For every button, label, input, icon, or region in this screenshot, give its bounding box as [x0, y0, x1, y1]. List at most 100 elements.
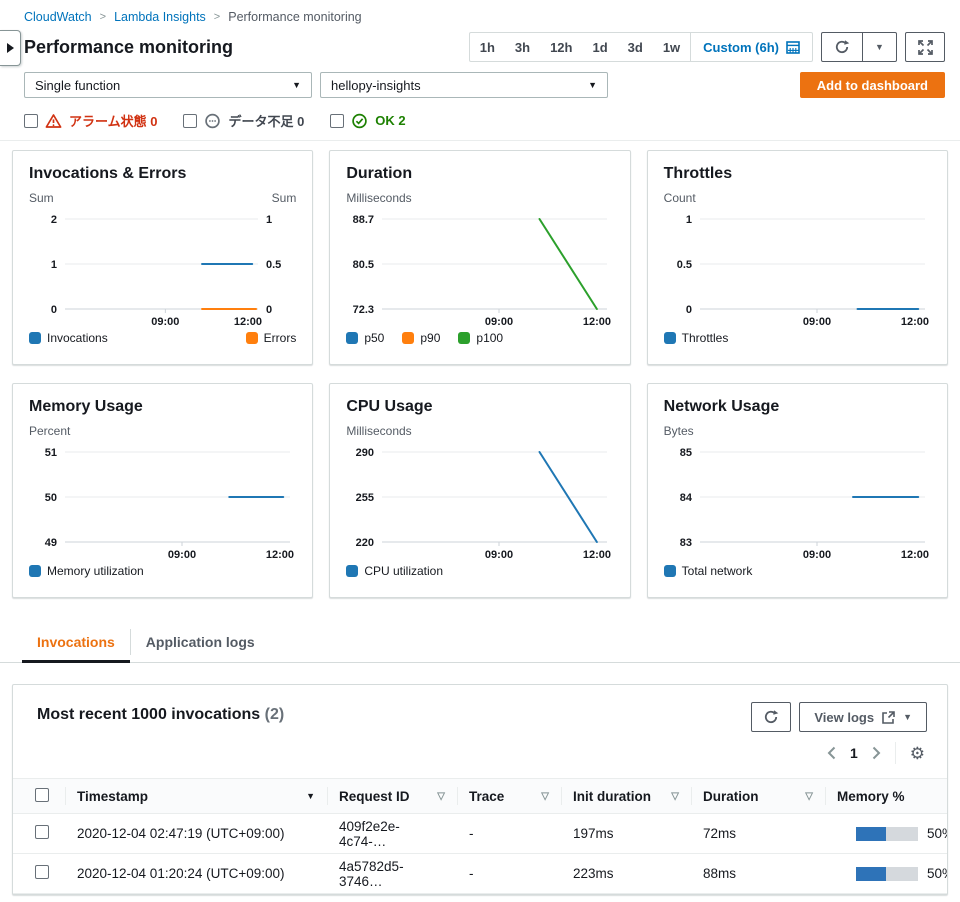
legend-item-p50[interactable]: p50 — [346, 331, 384, 345]
chart-title: Network Usage — [664, 398, 931, 416]
table-header-row: Timestamp▼Request ID▽Trace▽Init duration… — [13, 779, 947, 814]
filter-checkbox[interactable] — [183, 114, 197, 128]
svg-text:09:00: 09:00 — [485, 316, 513, 328]
alarm-filter-item: データ不足 0 — [183, 111, 304, 130]
add-to-dashboard-button[interactable]: Add to dashboard — [800, 72, 945, 98]
charts-grid: Invocations & ErrorsSumSum21010.5009:001… — [12, 150, 948, 598]
chart-title: CPU Usage — [346, 398, 613, 416]
column-label: Request ID — [339, 789, 410, 804]
ok-icon — [351, 113, 368, 129]
custom-range-button[interactable]: Custom (6h) — [690, 33, 812, 61]
row-checkbox-cell — [13, 854, 65, 894]
refresh-options-button[interactable]: ▼ — [863, 32, 897, 62]
column-header-request-id[interactable]: Request ID ▽ — [327, 779, 457, 814]
insufficient-data-icon — [204, 113, 221, 129]
table-title: Most recent 1000 invocations (2) — [37, 702, 284, 724]
time-range-items: 1h3h12h1d3d1w — [470, 40, 690, 55]
legend-swatch — [29, 332, 41, 344]
filter-label: OK 2 — [375, 113, 405, 128]
time-range-3d[interactable]: 3d — [618, 40, 653, 55]
table-refresh-button[interactable] — [751, 702, 791, 732]
legend-item-p90[interactable]: p90 — [402, 331, 440, 345]
chart-legend: Throttles — [664, 331, 931, 345]
expand-icon — [918, 40, 933, 55]
table-settings-gear-icon[interactable]: ⚙ — [910, 745, 925, 762]
fullscreen-button[interactable] — [905, 32, 945, 62]
svg-text:84: 84 — [679, 492, 692, 504]
filter-checkbox[interactable] — [24, 114, 38, 128]
svg-text:09:00: 09:00 — [803, 549, 831, 561]
sidebar-expand-button[interactable] — [0, 30, 21, 66]
breadcrumb-item[interactable]: Lambda Insights — [114, 10, 206, 24]
y-axis-unit-left: Milliseconds — [346, 191, 411, 205]
chart-plot[interactable]: 85848309:0012:00 — [664, 440, 931, 562]
legend-item-throttles[interactable]: Throttles — [664, 331, 729, 345]
svg-text:09:00: 09:00 — [803, 316, 831, 328]
memory-bar-fill — [856, 867, 886, 881]
custom-range-label: Custom (6h) — [703, 40, 779, 55]
sort-icon[interactable]: ▽ — [437, 791, 445, 802]
filter-checkbox[interactable] — [330, 114, 344, 128]
previous-page-button[interactable] — [827, 746, 836, 760]
svg-text:0: 0 — [266, 304, 272, 316]
chart-title: Duration — [346, 165, 613, 183]
function-scope-select[interactable]: Single function ▼ — [24, 72, 312, 98]
svg-text:255: 255 — [356, 492, 374, 504]
time-range-1d[interactable]: 1d — [582, 40, 617, 55]
page-number[interactable]: 1 — [850, 745, 858, 761]
svg-text:80.5: 80.5 — [353, 259, 374, 271]
breadcrumb-item[interactable]: CloudWatch — [24, 10, 92, 24]
legend-item-invocations[interactable]: Invocations — [29, 331, 108, 345]
y-axis-unit-left: Sum — [29, 191, 54, 205]
chart-plot[interactable]: 29025522009:0012:00 — [346, 440, 613, 562]
header-divider — [0, 140, 960, 141]
function-name-select[interactable]: hellopy-insights ▼ — [320, 72, 608, 98]
row-checkbox[interactable] — [35, 825, 49, 839]
column-header-inner: Init duration▽ — [573, 789, 679, 804]
row-checkbox[interactable] — [35, 865, 49, 879]
time-range-3h[interactable]: 3h — [505, 40, 540, 55]
chart-title: Throttles — [664, 165, 931, 183]
column-header-inner: Request ID ▽ — [339, 789, 445, 804]
request-id-cell: 409f2e2e-4c74-… — [327, 814, 457, 854]
chart-plot[interactable]: 88.780.572.309:0012:00 — [346, 207, 613, 329]
chart-plot[interactable]: 10.5009:0012:00 — [664, 207, 931, 329]
svg-text:1: 1 — [686, 214, 692, 226]
chart-plot[interactable]: 51504909:0012:00 — [29, 440, 296, 562]
chart-plot[interactable]: 21010.5009:0012:00 — [29, 207, 296, 329]
chevron-down-icon: ▼ — [903, 712, 912, 722]
legend-item-total-network[interactable]: Total network — [664, 564, 753, 578]
memory-indicator: 50% — [837, 866, 947, 881]
column-header-timestamp[interactable]: Timestamp▼ — [65, 779, 327, 814]
column-header-init-duration[interactable]: Init duration▽ — [561, 779, 691, 814]
function-scope-value: Single function — [35, 78, 120, 93]
trace-cell: - — [457, 854, 561, 894]
next-page-button[interactable] — [872, 746, 881, 760]
sort-icon[interactable]: ▽ — [805, 791, 813, 802]
legend-item-p100[interactable]: p100 — [458, 331, 503, 345]
view-logs-button[interactable]: View logs ▼ — [799, 702, 927, 732]
time-range-1h[interactable]: 1h — [470, 40, 505, 55]
legend-item-errors[interactable]: Errors — [246, 331, 297, 345]
tab-application-logs[interactable]: Application logs — [131, 628, 270, 662]
alarm-filter-row: アラーム状態 0データ不足 0OK 2 — [24, 111, 960, 130]
refresh-button[interactable] — [821, 32, 863, 62]
legend-label: p90 — [420, 331, 440, 345]
column-header-trace[interactable]: Trace▽ — [457, 779, 561, 814]
pagination: 1 ⚙ — [13, 732, 947, 772]
caret-right-icon — [6, 43, 14, 53]
memory-bar — [856, 867, 918, 881]
tab-invocations[interactable]: Invocations — [22, 628, 130, 662]
legend-item-cpu-utilization[interactable]: CPU utilization — [346, 564, 443, 578]
init-duration-cell: 197ms — [561, 814, 691, 854]
svg-text:0.5: 0.5 — [676, 259, 691, 271]
refresh-icon — [834, 39, 850, 55]
sort-descending-icon[interactable]: ▼ — [306, 791, 315, 801]
time-range-1w[interactable]: 1w — [653, 40, 690, 55]
time-range-12h[interactable]: 12h — [540, 40, 582, 55]
legend-item-memory-utilization[interactable]: Memory utilization — [29, 564, 144, 578]
sort-icon[interactable]: ▽ — [671, 791, 679, 802]
column-header-duration[interactable]: Duration▽ — [691, 779, 825, 814]
select-all-checkbox[interactable] — [35, 788, 49, 802]
sort-icon[interactable]: ▽ — [541, 791, 549, 802]
